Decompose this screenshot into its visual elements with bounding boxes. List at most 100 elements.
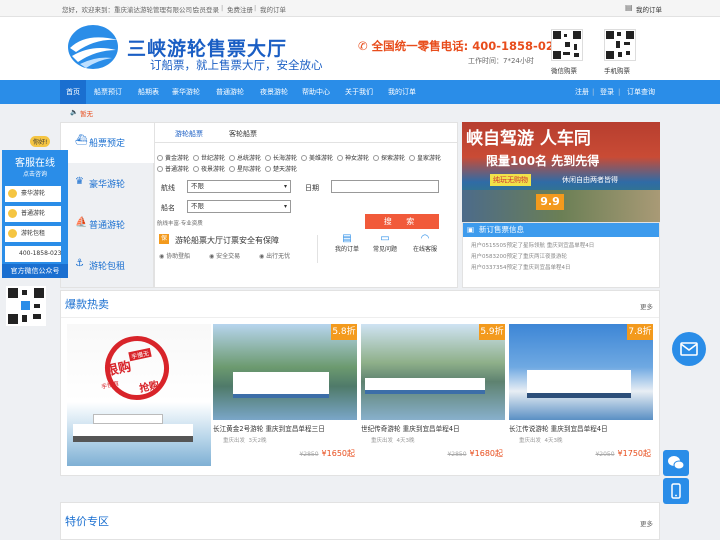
- promo-banner[interactable]: 峡自驾游 人车同 限量100名 先到先得 纯玩无购物 休闲自由两者皆得 9.9: [462, 122, 660, 222]
- divider: |: [221, 4, 224, 12]
- tab-luxury-cruise[interactable]: ♛ 豪华游轮: [61, 164, 154, 204]
- ship-radio[interactable]: 星际游轮: [229, 164, 261, 173]
- nav-ticket-booking[interactable]: 船票预订: [94, 80, 122, 104]
- mail-icon: [680, 342, 698, 356]
- ship-radio[interactable]: 总统游轮: [229, 153, 261, 162]
- date-label: 日期: [305, 184, 319, 192]
- search-panel: 游轮船票 客轮船票 黄金游轮 世纪游轮 总统游轮 长海游轮 美维游轮 神女游轮 …: [154, 122, 458, 288]
- cruise-name[interactable]: 长江传说游轮 重庆到宜昌单程4日: [509, 423, 608, 433]
- nav-help[interactable]: 帮助中心: [302, 80, 330, 104]
- tab-ticket-booking[interactable]: ⛴ 船票预定: [61, 123, 154, 163]
- quick-link-faq[interactable]: ▭ 常见问题: [371, 233, 399, 253]
- shield-icon: 保: [159, 234, 169, 244]
- nav-register[interactable]: 注册: [575, 80, 589, 104]
- document-icon: ▤: [342, 233, 352, 244]
- divider: |: [254, 4, 257, 12]
- cruise-price: ¥2050 ¥1750起: [595, 449, 651, 458]
- mail-float-button[interactable]: [672, 332, 706, 366]
- nav-home[interactable]: 首页: [60, 80, 86, 104]
- member-login-link[interactable]: 会员登录: [193, 4, 219, 14]
- ship-radio[interactable]: 探索游轮: [373, 153, 405, 162]
- ship-radio[interactable]: 长海游轮: [265, 153, 297, 162]
- phone-icon: [671, 483, 681, 499]
- tab-label: 普通游轮: [89, 221, 126, 231]
- tab-cruise-charter[interactable]: ⚓ 游轮包租: [61, 246, 154, 286]
- quick-link-orders[interactable]: ▤ 我的订单: [333, 233, 361, 253]
- cruise-card[interactable]: 5.8折 长江黄金2号游轮 重庆到宜昌单程三日 重庆出发 3天2晚 ¥2850 ¥…: [213, 324, 357, 466]
- ship-radio[interactable]: 美维游轮: [301, 153, 333, 162]
- divider: [61, 317, 659, 318]
- search-hint: 航线丰富·专业资质: [157, 221, 203, 227]
- banner-tag-2: 休闲自由两者皆得: [562, 176, 618, 184]
- ship-radio[interactable]: 楚天游轮: [265, 164, 297, 173]
- main-nav: 首页 船票预订 船期表 豪华游轮 普通游轮 夜景游轮 帮助中心 关于我们 我的订…: [0, 80, 720, 104]
- discount-badge: 5.8折: [331, 324, 357, 340]
- quick-link-service[interactable]: ◠ 在线客服: [410, 233, 440, 253]
- wechat-qr-caption: 微信购票: [551, 67, 577, 75]
- hot-sale-section: 爆款热卖 更多 限购 手慢无 手快有 抢购 5.8折 长江黄金2号游轮 重庆到宜…: [60, 290, 660, 476]
- logo-icon[interactable]: [66, 22, 121, 72]
- date-input[interactable]: [331, 180, 439, 193]
- qq-icon: [8, 189, 17, 198]
- cruise-name[interactable]: 世纪传奇游轮 重庆到宜昌单程4日: [361, 423, 460, 433]
- guarantee-item: ◉ 出行无忧: [259, 253, 291, 260]
- promo-tile[interactable]: 限购 手慢无 手快有 抢购: [67, 324, 211, 466]
- tab-normal-cruise[interactable]: ⛵ 普通游轮: [61, 205, 154, 245]
- banner-subline: 限量100名 先到先得: [486, 154, 600, 168]
- cruise-price: ¥2850 ¥1650起: [299, 449, 355, 458]
- cruise-card[interactable]: 7.8折 长江传说游轮 重庆到宜昌单程4日 重庆出发 4天3晚 ¥2050 ¥17…: [509, 324, 653, 466]
- nav-about[interactable]: 关于我们: [345, 80, 373, 104]
- ship-radio[interactable]: 夜景游轮: [193, 164, 225, 173]
- route-select[interactable]: 不限 ▾: [187, 180, 291, 193]
- register-link[interactable]: 免费注册: [227, 4, 253, 14]
- nav-my-orders[interactable]: 我的订单: [388, 80, 416, 104]
- special-price-section: 特价专区 更多: [60, 502, 660, 540]
- chevron-down-icon: ▾: [283, 183, 287, 190]
- ship-radio[interactable]: 皇家游轮: [409, 153, 441, 162]
- mobile-qr-caption: 手机购票: [604, 67, 630, 75]
- more-link[interactable]: 更多: [640, 518, 653, 528]
- notice-bar: 🔈 暂无: [60, 104, 656, 120]
- ship-name-select[interactable]: 不限 ▾: [187, 200, 291, 213]
- nav-order-query[interactable]: 订单查询: [627, 80, 655, 104]
- section-title: 爆款热卖: [65, 298, 109, 311]
- mobile-float-button[interactable]: [663, 478, 689, 504]
- ship-name-label: 船名: [161, 204, 175, 212]
- boat-icon: ⛵: [75, 217, 88, 228]
- ship-illustration: [365, 378, 485, 394]
- tab-label: 船票预定: [89, 139, 126, 149]
- divider: |: [618, 88, 621, 96]
- cruise-meta: 重庆出发 4天3晚: [519, 438, 563, 444]
- more-link[interactable]: 更多: [640, 301, 653, 311]
- cruise-card[interactable]: 5.9折 世纪传奇游轮 重庆到宜昌单程4日 重庆出发 4天3晚 ¥2850 ¥16…: [361, 324, 505, 466]
- nav-night-cruise[interactable]: 夜景游轮: [260, 80, 288, 104]
- nav-schedule[interactable]: 船期表: [138, 80, 159, 104]
- ship-illustration: [73, 424, 193, 442]
- wechat-float-button[interactable]: [663, 450, 689, 476]
- top-right-orders-link[interactable]: 我的订单: [636, 4, 662, 14]
- qq-icon: [8, 209, 17, 218]
- cruise-meta: 重庆出发 3天2晚: [223, 438, 267, 444]
- ship-radio[interactable]: 神女游轮: [337, 153, 369, 162]
- category-tabs: ⛴ 船票预定 ♛ 豪华游轮 ⛵ 普通游轮 ⚓ 游轮包租: [60, 122, 154, 288]
- ship-radio[interactable]: 普通游轮: [157, 164, 189, 173]
- tab-label: 游轮包租: [89, 262, 126, 272]
- tab-passenger-ticket[interactable]: 客轮船票: [229, 129, 257, 139]
- cruise-name[interactable]: 长江黄金2号游轮 重庆到宜昌单程三日: [213, 423, 325, 433]
- tab-cruise-ticket[interactable]: 游轮船票: [175, 129, 203, 143]
- nav-normal-cruise[interactable]: 普通游轮: [216, 80, 244, 104]
- ship-radio[interactable]: 世纪游轮: [193, 153, 225, 162]
- ship-radio[interactable]: 黄金游轮: [157, 153, 189, 162]
- discount-badge: 5.9折: [479, 324, 505, 340]
- nav-luxury-cruise[interactable]: 豪华游轮: [172, 80, 200, 104]
- headset-icon: ◠: [420, 233, 430, 244]
- customer-service-float: 你好! 客服在线 点击咨询 豪华游轮 普通游轮 游轮包租 400-1858-02…: [2, 126, 68, 326]
- my-orders-link[interactable]: 我的订单: [260, 4, 286, 14]
- service-phone[interactable]: 400-1858-023: [5, 246, 62, 262]
- order-item: 用户0337354预定了重庆到宜昌单程4日: [471, 265, 571, 271]
- divider: |: [592, 88, 595, 96]
- notice-speaker-icon: 🔈: [70, 108, 79, 116]
- nav-login[interactable]: 登录: [600, 80, 614, 104]
- search-button[interactable]: 搜 索: [365, 214, 439, 229]
- service-online-button[interactable]: 客服在线 点击咨询: [2, 150, 68, 184]
